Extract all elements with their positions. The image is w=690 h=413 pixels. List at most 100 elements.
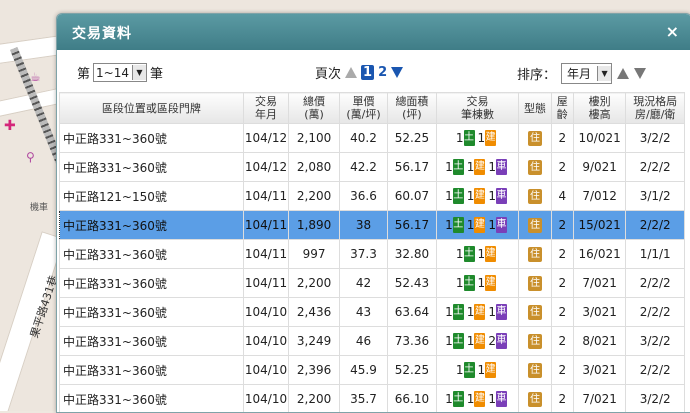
close-icon[interactable]: × <box>666 22 679 41</box>
table-row[interactable]: 中正路331~360號104/102,39645.952.251土1建住23/0… <box>60 356 685 385</box>
cell-area: 32.80 <box>388 240 436 269</box>
sort-select[interactable]: 年月 ▼ <box>561 63 612 84</box>
page-link-2[interactable]: 2 <box>378 65 387 80</box>
cell-type: 住 <box>519 356 551 385</box>
unit-count-car: 1 <box>488 160 496 174</box>
cell-unit-price: 37.3 <box>339 240 387 269</box>
col-header-floor[interactable]: 樓別 樓高 <box>573 93 625 124</box>
cell-unit-price: 35.7 <box>339 385 387 413</box>
cell-total-price: 2,200 <box>289 269 339 298</box>
unit-count-build: 1 <box>467 334 475 348</box>
cell-address: 中正路331~360號 <box>60 385 244 413</box>
cell-layout: 3/2/2 <box>626 327 685 356</box>
cell-floor: 3/021 <box>573 298 625 327</box>
cell-type: 住 <box>519 327 551 356</box>
cell-address: 中正路331~360號 <box>60 240 244 269</box>
land-tag-icon: 土 <box>453 159 464 175</box>
table-row[interactable]: 中正路331~360號104/1199737.332.801土1建住216/02… <box>60 240 685 269</box>
cell-units: 1土1建2車 <box>436 327 519 356</box>
col-header-age[interactable]: 屋 齡 <box>551 93 573 124</box>
unit-count-land: 1 <box>445 305 453 319</box>
record-range-select[interactable]: 1~14 ▼ <box>93 63 147 82</box>
col-header-total-price[interactable]: 總價 (萬) <box>289 93 339 124</box>
cell-layout: 2/2/2 <box>626 211 685 240</box>
land-tag-icon: 土 <box>453 304 464 320</box>
cell-type: 住 <box>519 269 551 298</box>
table-row[interactable]: 中正路331~360號104/122,08042.256.171土1建1車住29… <box>60 153 685 182</box>
unit-count-land: 1 <box>445 392 453 406</box>
chevron-down-icon[interactable]: ▼ <box>132 65 146 80</box>
col-header-count[interactable]: 交易 筆棟數 <box>436 93 519 124</box>
cell-unit-price: 38 <box>339 211 387 240</box>
col-header-layout[interactable]: 現況格局 房/廳/衛 <box>626 93 685 124</box>
col-header-year-month[interactable]: 交易 年月 <box>243 93 289 124</box>
cell-layout: 2/2/2 <box>626 298 685 327</box>
unit-count-build: 1 <box>467 218 475 232</box>
car-tag-icon: 車 <box>496 333 507 349</box>
transaction-table: 區段位置或區段門牌 交易 年月 總價 (萬) 單價 (萬/坪) 總面積 (坪) … <box>59 92 685 413</box>
cell-units: 1土1建1車 <box>436 298 519 327</box>
cell-unit-price: 40.2 <box>339 124 387 153</box>
cell-units: 1土1建 <box>436 356 519 385</box>
sort-descending-icon[interactable] <box>634 68 646 79</box>
table-row[interactable]: 中正路331~360號104/112,2004252.431土1建住27/021… <box>60 269 685 298</box>
land-tag-icon: 土 <box>453 217 464 233</box>
land-tag-icon: 土 <box>453 391 464 407</box>
cell-total-price: 2,436 <box>289 298 339 327</box>
cell-unit-price: 36.6 <box>339 182 387 211</box>
cell-area: 52.25 <box>388 356 436 385</box>
cell-floor: 8/021 <box>573 327 625 356</box>
sort-ascending-icon[interactable] <box>617 68 629 79</box>
chevron-down-icon[interactable]: ▼ <box>597 66 611 81</box>
cell-layout: 3/1/2 <box>626 182 685 211</box>
unit-count-build: 1 <box>478 363 486 377</box>
cell-total-price: 3,249 <box>289 327 339 356</box>
cell-type: 住 <box>519 240 551 269</box>
cell-area: 60.07 <box>388 182 436 211</box>
page-label: 頁次 <box>315 63 341 82</box>
table-row[interactable]: 中正路331~360號104/103,2494673.361土1建2車住28/0… <box>60 327 685 356</box>
current-page[interactable]: 1 <box>361 65 374 80</box>
cell-address: 中正路331~360號 <box>60 269 244 298</box>
next-page-icon[interactable] <box>391 67 403 78</box>
residential-type-badge: 住 <box>528 392 542 407</box>
col-header-type[interactable]: 型態 <box>519 93 551 124</box>
map-poi-icon[interactable]: ⚲ <box>26 150 35 164</box>
unit-count-land: 1 <box>445 160 453 174</box>
table-row[interactable]: 中正路331~360號104/102,4364363.641土1建1車住23/0… <box>60 298 685 327</box>
cell-year-month: 104/11 <box>243 269 289 298</box>
cell-unit-price: 42 <box>339 269 387 298</box>
prev-page-icon[interactable] <box>345 67 357 78</box>
unit-count-land: 1 <box>445 334 453 348</box>
cell-unit-price: 46 <box>339 327 387 356</box>
table-row[interactable]: 中正路121~150號104/112,20036.660.071土1建1車住47… <box>60 182 685 211</box>
cell-units: 1土1建 <box>436 124 519 153</box>
cell-type: 住 <box>519 298 551 327</box>
cell-total-price: 2,100 <box>289 124 339 153</box>
col-header-address[interactable]: 區段位置或區段門牌 <box>60 93 244 124</box>
table-row[interactable]: 中正路331~360號104/111,8903856.171土1建1車住215/… <box>60 211 685 240</box>
unit-count-build: 1 <box>478 276 486 290</box>
unit-count-car: 1 <box>488 189 496 203</box>
car-tag-icon: 車 <box>496 304 507 320</box>
cell-address: 中正路331~360號 <box>60 211 244 240</box>
cell-age: 2 <box>551 269 573 298</box>
col-header-unit-price[interactable]: 單價 (萬/坪) <box>339 93 387 124</box>
cell-units: 1土1建 <box>436 240 519 269</box>
cell-year-month: 104/11 <box>243 240 289 269</box>
cell-floor: 7/021 <box>573 269 625 298</box>
cell-address: 中正路331~360號 <box>60 298 244 327</box>
car-tag-icon: 車 <box>496 188 507 204</box>
table-row[interactable]: 中正路331~360號104/122,10040.252.251土1建住210/… <box>60 124 685 153</box>
record-prefix: 第 <box>77 63 90 82</box>
col-header-area[interactable]: 總面積 (坪) <box>388 93 436 124</box>
table-header-row: 區段位置或區段門牌 交易 年月 總價 (萬) 單價 (萬/坪) 總面積 (坪) … <box>60 93 685 124</box>
cell-age: 2 <box>551 153 573 182</box>
cell-units: 1土1建1車 <box>436 385 519 413</box>
table-row[interactable]: 中正路331~360號104/102,20035.766.101土1建1車住27… <box>60 385 685 413</box>
map-poi-icon[interactable]: ✚ <box>4 118 16 134</box>
cell-total-price: 2,396 <box>289 356 339 385</box>
residential-type-badge: 住 <box>528 305 542 320</box>
cell-year-month: 104/10 <box>243 385 289 413</box>
map-poi-icon[interactable]: ☕ <box>30 70 41 84</box>
